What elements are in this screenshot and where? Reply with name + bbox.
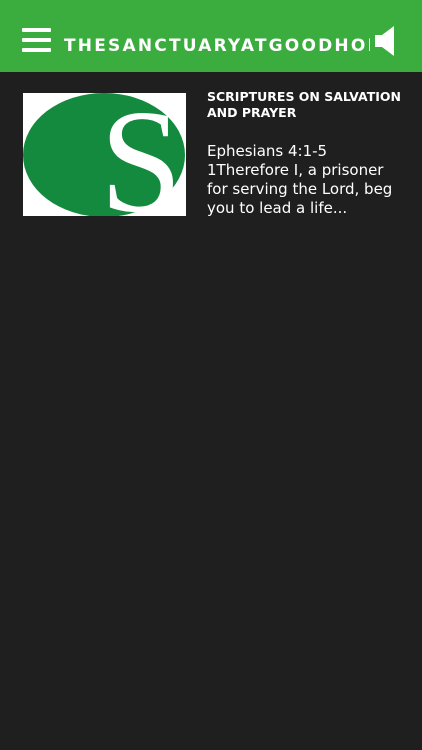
s-logo-image: S: [23, 93, 186, 216]
menu-bar-line: [22, 38, 51, 42]
app-screen: THESANCTUARYATGOODHOPE.C S SCRIPTURES ON…: [0, 0, 422, 750]
menu-bar-line: [22, 48, 51, 52]
hamburger-menu-icon[interactable]: [22, 28, 52, 54]
feed-item[interactable]: S SCRIPTURES ON SALVATION AND PRAYER Eph…: [22, 89, 402, 218]
menu-bar-line: [22, 28, 51, 32]
post-excerpt: Ephesians 4:1-5 1Therefore I, a prisoner…: [207, 142, 393, 217]
post-thumbnail: S: [23, 93, 186, 216]
speaker-icon[interactable]: [374, 25, 396, 57]
speaker-icon-graphic: [375, 26, 394, 56]
thumbnail-letter: S: [100, 93, 182, 216]
top-bar: THESANCTUARYATGOODHOPE.C: [0, 0, 422, 72]
post-title: SCRIPTURES ON SALVATION AND PRAYER: [207, 89, 401, 120]
app-title: THESANCTUARYATGOODHOPE.C: [64, 36, 370, 56]
